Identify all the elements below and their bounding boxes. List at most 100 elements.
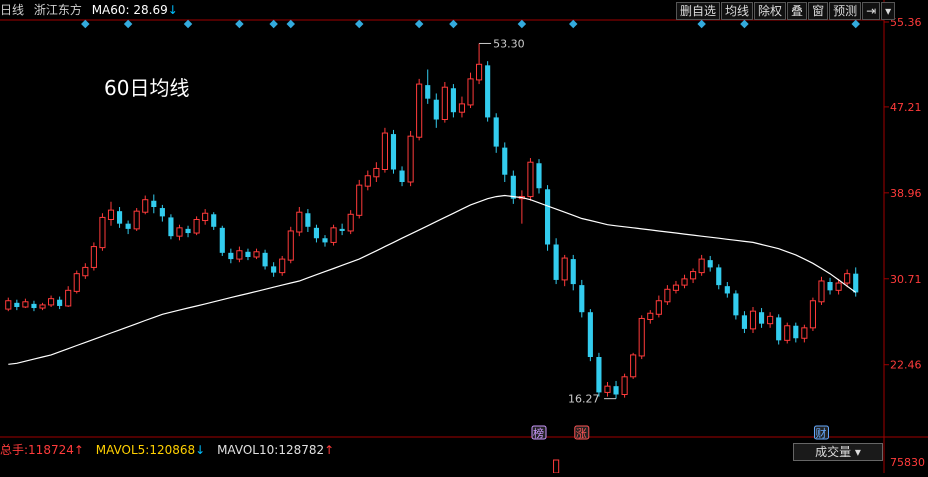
overlay-button[interactable]: 叠	[787, 2, 808, 20]
cai-marker-text: 财	[815, 426, 826, 440]
candle-body-down	[536, 163, 542, 189]
candle-body-up	[347, 213, 354, 232]
candle-body-up	[82, 266, 89, 277]
candle-body-down	[485, 65, 491, 118]
candle-body-down	[502, 147, 508, 175]
candle-body-up	[253, 251, 260, 258]
candle-body-down	[125, 223, 131, 229]
candle-body-down	[262, 252, 268, 267]
window-button[interactable]: 窗	[808, 2, 829, 20]
candle-body-up	[655, 300, 662, 315]
candle-body-up	[784, 325, 791, 341]
candle-body-up	[373, 167, 380, 178]
mavol5-label: MAVOL5:	[95, 443, 150, 457]
candle-body-down	[159, 208, 165, 217]
zhang-marker-text: 涨	[576, 427, 587, 440]
chart-canvas: 55.36 47.21 38.96 30.71 22.46 75830 53.30 16.27…	[0, 0, 928, 474]
candle-body-down	[245, 251, 251, 257]
candle-body-down	[14, 302, 20, 307]
candle-body-down	[596, 357, 602, 393]
chart-toolbar: 删自选 均线 除权 叠 窗 预测 ⇥ ▾	[676, 2, 896, 20]
candle-body-down	[493, 117, 499, 147]
info-diamond-icon	[123, 19, 133, 29]
candle-body-down	[211, 214, 217, 227]
candlestick-chart: 55.3647.2138.9630.7122.467583053.3016.27…	[0, 0, 928, 474]
ma-button[interactable]: 均线	[721, 2, 754, 20]
candle-body-up	[73, 273, 80, 292]
candle-body-up	[664, 288, 671, 303]
delete-watchlist-button[interactable]: 删自选	[676, 2, 721, 20]
candle-body-up	[193, 219, 200, 234]
candle-body-down	[510, 175, 516, 199]
candle-body-up	[647, 312, 654, 320]
candle-body-down	[228, 252, 234, 260]
info-diamond-icon	[517, 19, 527, 29]
info-diamond-icon	[235, 19, 244, 29]
candle-body-up	[202, 212, 209, 222]
indicator-select-button[interactable]: 成交量 ▾	[793, 443, 883, 461]
info-diamond-icon	[697, 19, 706, 29]
stock-name: 浙江东方	[33, 3, 82, 17]
triangle-down-icon[interactable]: ▾	[881, 2, 896, 20]
y-tick-label: 22.46	[890, 359, 922, 372]
y-tick-label: 38.96	[890, 187, 922, 200]
candle-body-down	[570, 259, 576, 285]
candle-body-up	[835, 282, 842, 291]
candle-body-up	[818, 280, 825, 303]
nav-arrow-icon[interactable]: ⇥	[862, 2, 881, 20]
ex-rights-button[interactable]: 除权	[754, 2, 787, 20]
mavol10-number: 128782	[278, 443, 325, 457]
info-diamond-icon	[183, 19, 193, 29]
candle-body-up	[690, 271, 697, 280]
chart-annotation: 60日均线	[104, 76, 190, 100]
volume-axis-label: 75830	[890, 456, 925, 469]
candle-body-down	[579, 285, 585, 313]
candle-body-down	[151, 200, 157, 207]
candle-body-down	[339, 228, 345, 231]
mavol10-value: 128782↑	[278, 443, 334, 457]
candle-body-up	[801, 327, 808, 339]
mavol5-value: 120868↓	[149, 443, 205, 457]
bang-marker-text: 榜	[533, 426, 544, 440]
forecast-button[interactable]: 预测	[829, 2, 862, 20]
candle-body-up	[296, 211, 303, 233]
candle-body-down	[707, 260, 713, 268]
candle-body-up	[561, 257, 568, 281]
info-diamond-icon	[354, 19, 364, 29]
candle-body-up	[236, 250, 243, 260]
candle-body-up	[467, 78, 474, 106]
candle-body-down	[31, 303, 37, 309]
volume-bar	[553, 459, 560, 474]
candle-body-up	[698, 258, 705, 274]
ma60-value: 28.69	[133, 3, 168, 17]
candle-body-down	[425, 85, 431, 99]
candle-body-down	[544, 189, 551, 245]
candle-body-up	[48, 298, 55, 306]
candle-body-up	[364, 175, 371, 187]
candle-body-up	[90, 246, 97, 268]
candle-body-up	[809, 300, 816, 329]
candle-body-up	[39, 304, 46, 309]
candle-body-down	[613, 386, 619, 395]
total-volume-arrow: ↑	[73, 443, 84, 457]
candle-body-up	[279, 258, 286, 274]
mavol5-arrow: ↓	[195, 443, 206, 457]
candle-body-up	[356, 184, 363, 216]
candle-body-down	[116, 211, 123, 224]
ma60-arrow: ↓	[167, 3, 178, 17]
candle-body-up	[381, 132, 388, 171]
candle-body-down	[758, 312, 765, 324]
candle-body-down	[776, 317, 782, 341]
candle-body-up	[441, 86, 448, 121]
mavol5-number: 120868	[149, 443, 196, 457]
candle-body-up	[176, 227, 183, 237]
candle-body-up	[99, 216, 106, 249]
candle-body-up	[107, 209, 115, 220]
high-price-label: 53.30	[493, 37, 524, 50]
candle-body-up	[5, 300, 12, 310]
mavol10-label: MAVOL10:	[217, 443, 279, 457]
candle-body-down	[322, 238, 328, 243]
candle-body-down	[390, 134, 397, 170]
y-tick-label: 47.21	[890, 101, 922, 114]
candle-body-down	[587, 312, 593, 357]
